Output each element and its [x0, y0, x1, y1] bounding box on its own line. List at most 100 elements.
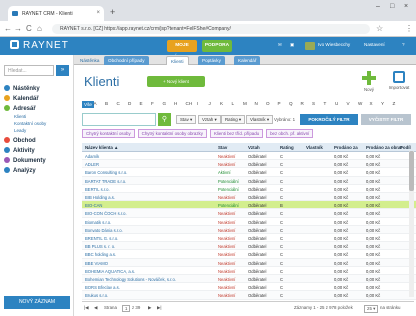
browser-menu-icon[interactable]: ⋮: [405, 24, 413, 33]
table-row[interactable]: Brukus s.r.o. Neaktivní Odběratel C 0,00 Kč 0…: [82, 291, 416, 300]
letter-filter[interactable]: K: [220, 101, 223, 106]
forward-icon[interactable]: →: [14, 24, 22, 33]
advanced-filter-button[interactable]: POKROČILÝ FILTR: [300, 114, 358, 125]
letter-filter[interactable]: N: [255, 101, 258, 106]
filter-owner[interactable]: Vlastník ▾: [246, 115, 274, 124]
letter-filter[interactable]: I: [197, 101, 198, 106]
support-button[interactable]: PODPORA: [202, 40, 232, 52]
user-name[interactable]: Ivo Wiesbecchy: [318, 42, 350, 47]
url-field[interactable]: RAYNET s.r.o. [CZ] https://app.raynet.cz…: [52, 24, 370, 34]
new-tab-button[interactable]: +: [110, 8, 115, 17]
sidebar-sub-clients[interactable]: Klienti: [14, 114, 26, 119]
sidebar-search-input[interactable]: Hledat...: [4, 65, 54, 76]
col-rating-header[interactable]: Rating: [280, 145, 294, 150]
saved-filter-link[interactable]: Chytrý kontaktní osoby obrazky: [137, 129, 207, 138]
prev-page-icon[interactable]: ◀: [94, 305, 97, 311]
table-row[interactable]: BBE VIAMO Neaktivní Odběratel C 0,00 Kč 0,00 …: [82, 258, 416, 267]
cell-name[interactable]: Brukus s.r.o.: [85, 293, 108, 298]
sidebar-item-activities[interactable]: Aktivity: [4, 147, 35, 154]
sidebar-item-dashboards[interactable]: Nástěnky: [4, 85, 40, 92]
table-row[interactable]: BERTIL s.r.o. Potenciální Odběratel C 0,00 K…: [82, 185, 416, 193]
star-icon[interactable]: ☆: [376, 24, 383, 33]
tab-calendar[interactable]: Kalendář: [234, 56, 261, 65]
cell-name[interactable]: Adamík: [85, 154, 99, 159]
col-relation-header[interactable]: Vztah: [248, 145, 260, 150]
letter-filter[interactable]: Y: [381, 101, 384, 106]
cell-name[interactable]: BIO-CAN: [85, 203, 102, 208]
letter-filter[interactable]: W: [358, 101, 362, 106]
next-page-icon[interactable]: ▶: [148, 305, 151, 311]
first-page-icon[interactable]: |◀: [84, 305, 89, 311]
last-page-icon[interactable]: ▶|: [157, 305, 162, 311]
help-icon[interactable]: ?: [402, 42, 405, 47]
new-client-button[interactable]: + Nový klient: [147, 76, 205, 87]
cell-name[interactable]: BIO-CON ČOCH s.r.o.: [85, 211, 127, 216]
notification-icon[interactable]: ✉: [278, 42, 282, 48]
table-row[interactable]: BIB Holding a.s. Neaktivní Odběratel C 0,00 …: [82, 193, 416, 202]
letter-filter[interactable]: H: [174, 101, 177, 106]
filter-state[interactable]: Stav ▾: [176, 115, 197, 124]
col-owner-header[interactable]: Vlastník: [306, 145, 323, 150]
saved-filter-link[interactable]: Klienti bez tříd. případu: [209, 129, 264, 138]
table-row[interactable]: BRENTIL G. s.r.o. Neaktivní Odběratel C 0,00…: [82, 234, 416, 243]
tab-requests[interactable]: Poptávky: [198, 56, 225, 65]
cell-name[interactable]: BORS Břeclav a.s.: [85, 285, 120, 290]
letter-filter[interactable]: L: [232, 101, 235, 106]
table-row[interactable]: BB PLUS s. r. o. Neaktivní Odběratel C 0,00 …: [82, 242, 416, 251]
cell-name[interactable]: BBC holding a.s.: [85, 252, 116, 257]
new-tool-button[interactable]: Nový: [354, 71, 384, 92]
cell-name[interactable]: BERTIL s.r.o.: [85, 187, 110, 192]
letter-filter[interactable]: P: [278, 101, 281, 106]
letter-filter[interactable]: S: [312, 101, 315, 106]
letter-filter[interactable]: X: [370, 101, 373, 106]
letter-filter[interactable]: R: [301, 101, 304, 106]
cell-name[interactable]: BIB Holding a.s.: [85, 195, 115, 200]
sidebar-item-sales[interactable]: Obchod: [4, 137, 36, 144]
table-scrollbar[interactable]: [409, 151, 414, 297]
letter-filter[interactable]: A: [94, 101, 97, 106]
table-row[interactable]: BBC holding a.s. Neaktivní Odběratel C 0,00 …: [82, 250, 416, 259]
cell-name[interactable]: Baron Consulting s.r.o.: [85, 170, 127, 175]
page-input[interactable]: 1: [122, 305, 131, 312]
table-row[interactable]: Biomatik s.r.o. Neaktivní Odběratel C 0,00 K…: [82, 218, 416, 226]
letter-filter[interactable]: V: [347, 101, 350, 106]
sidebar-item-analytics[interactable]: Analýzy: [4, 167, 36, 174]
table-row[interactable]: BIO-CAN Potenciální Odběratel B 0,00 Kč 0,00 …: [82, 201, 416, 210]
table-row[interactable]: ADLER Neaktivní Odběratel C 0,00 Kč 0,00 Kč: [82, 160, 416, 169]
cell-name[interactable]: Bonvato Dánia s.r.o.: [85, 228, 123, 233]
home-icon[interactable]: ⌂: [37, 24, 42, 33]
col-share-header[interactable]: Podíl: [400, 145, 411, 150]
table-row[interactable]: BIO-CON ČOCH s.r.o. Neaktivní Odběratel C 0,…: [82, 209, 416, 218]
table-row[interactable]: Bonvato Dánia s.r.o. Neaktivní Odběratel C 0…: [82, 225, 416, 234]
letter-filter[interactable]: G: [163, 101, 167, 106]
clear-filter-button[interactable]: VYČISTIT FILTR: [361, 114, 411, 125]
close-tab-icon[interactable]: ×: [96, 10, 100, 16]
cell-name[interactable]: BB PLUS s. r. o.: [85, 244, 115, 249]
cell-name[interactable]: BARTAT TRADE s.r.o.: [85, 179, 126, 184]
browser-tab[interactable]: RAYNET CRM - Klienti ×: [8, 6, 104, 21]
close-window-icon[interactable]: ×: [404, 3, 408, 10]
sidebar-item-documents[interactable]: Dokumenty: [4, 157, 46, 164]
tab-deals[interactable]: Obchodní případy: [104, 56, 149, 65]
col-state-header[interactable]: Stav: [218, 145, 227, 150]
cell-name[interactable]: Biomatik s.r.o.: [85, 220, 111, 225]
table-row[interactable]: Adamík Neaktivní Odběratel C 0,00 Kč 0,00 Kč: [82, 152, 416, 161]
client-search-input[interactable]: [82, 113, 156, 126]
cell-name[interactable]: BRENTIL G. s.r.o.: [85, 236, 118, 241]
sidebar-item-directory[interactable]: Adresář: [4, 105, 36, 112]
table-row[interactable]: Baron Consulting s.r.o. Aktivní Odběratel C…: [82, 168, 416, 177]
import-tool-button[interactable]: Importovat: [384, 71, 414, 90]
letter-filter[interactable]: C: [117, 101, 120, 106]
filter-rating[interactable]: Rating ▾: [221, 115, 246, 124]
letter-filter[interactable]: U: [335, 101, 338, 106]
letter-filter[interactable]: Q: [289, 101, 293, 106]
tasks-button[interactable]: MOJE ÚKOLY: [167, 40, 197, 60]
cell-name[interactable]: BBE VIAMO: [85, 261, 108, 266]
letter-filter[interactable]: J: [209, 101, 211, 106]
letter-filter[interactable]: CH: [186, 101, 193, 106]
reload-icon[interactable]: C: [26, 24, 32, 33]
letter-filter[interactable]: B: [105, 101, 108, 106]
saved-filter-link[interactable]: Chytrý kontaktní osoby: [82, 129, 135, 138]
tab-dashboard[interactable]: Nástěnka: [76, 56, 103, 65]
settings-link[interactable]: Nastavení: [364, 42, 385, 47]
